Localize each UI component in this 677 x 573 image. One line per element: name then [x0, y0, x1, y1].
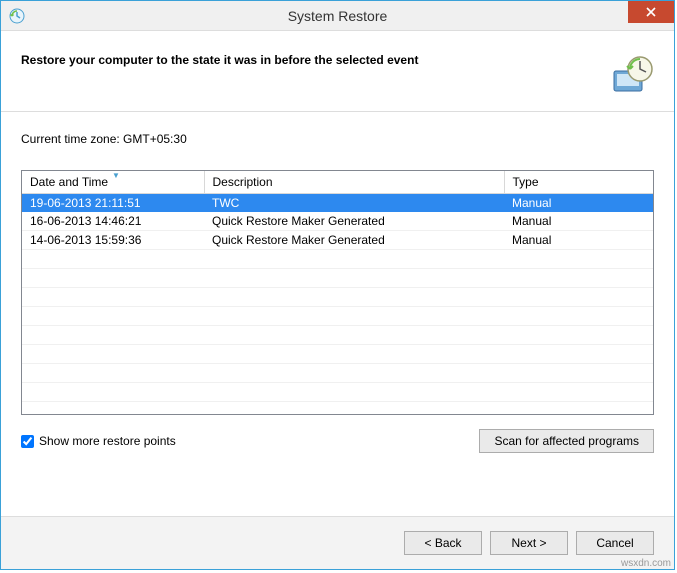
wizard-footer: < Back Next > Cancel: [1, 516, 674, 569]
cell-date: 14-06-2013 15:59:36: [22, 231, 204, 250]
cell-date: 16-06-2013 14:46:21: [22, 212, 204, 231]
cell-date: 19-06-2013 21:11:51: [22, 194, 204, 213]
next-button[interactable]: Next >: [490, 531, 568, 555]
cell-description: Quick Restore Maker Generated: [204, 231, 504, 250]
table-row-empty: [22, 402, 653, 416]
column-header-description[interactable]: Description: [204, 171, 504, 194]
content-area: Current time zone: GMT+05:30 Date and Ti…: [1, 112, 674, 516]
table-row-empty: [22, 269, 653, 288]
system-restore-window: System Restore Restore your computer to …: [0, 0, 675, 570]
watermark: wsxdn.com: [621, 558, 671, 569]
app-icon: [9, 8, 25, 24]
column-header-type[interactable]: Type: [504, 171, 653, 194]
restore-clock-icon: [610, 53, 654, 97]
table-row-empty: [22, 326, 653, 345]
table-row-empty: [22, 383, 653, 402]
header-area: Restore your computer to the state it wa…: [1, 31, 674, 111]
window-title: System Restore: [1, 8, 674, 24]
table-row[interactable]: 19-06-2013 21:11:51TWCManual: [22, 194, 653, 213]
timezone-label: Current time zone: GMT+05:30: [21, 132, 654, 146]
close-button[interactable]: [628, 1, 674, 23]
cell-description: Quick Restore Maker Generated: [204, 212, 504, 231]
table-row-empty: [22, 345, 653, 364]
column-header-label: Description: [213, 175, 273, 189]
show-more-checkbox[interactable]: [21, 435, 34, 448]
table-row-empty: [22, 250, 653, 269]
show-more-checkbox-row[interactable]: Show more restore points: [21, 434, 176, 448]
table-row-empty: [22, 364, 653, 383]
sort-indicator-icon: ▼: [112, 171, 120, 180]
below-table-row: Show more restore points Scan for affect…: [21, 429, 654, 453]
cell-type: Manual: [504, 231, 653, 250]
cell-type: Manual: [504, 212, 653, 231]
cell-type: Manual: [504, 194, 653, 213]
table-row[interactable]: 16-06-2013 14:46:21Quick Restore Maker G…: [22, 212, 653, 231]
titlebar: System Restore: [1, 1, 674, 31]
table-row[interactable]: 14-06-2013 15:59:36Quick Restore Maker G…: [22, 231, 653, 250]
table-row-empty: [22, 307, 653, 326]
table-row-empty: [22, 288, 653, 307]
restore-points-table[interactable]: Date and Time ▼ Description Type 19-06-2…: [21, 170, 654, 415]
header-text: Restore your computer to the state it wa…: [21, 53, 418, 67]
column-header-label: Date and Time: [30, 175, 108, 189]
cancel-button[interactable]: Cancel: [576, 531, 654, 555]
scan-affected-button[interactable]: Scan for affected programs: [479, 429, 654, 453]
back-button[interactable]: < Back: [404, 531, 482, 555]
cell-description: TWC: [204, 194, 504, 213]
column-header-date[interactable]: Date and Time ▼: [22, 171, 204, 194]
table-header-row: Date and Time ▼ Description Type: [22, 171, 653, 194]
show-more-label: Show more restore points: [39, 434, 176, 448]
column-header-label: Type: [513, 175, 539, 189]
